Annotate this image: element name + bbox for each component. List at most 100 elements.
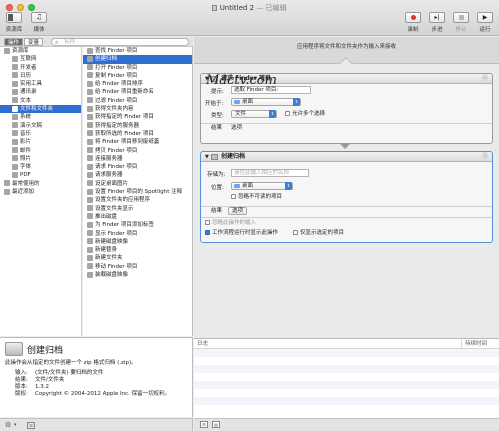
close-icon[interactable]: ⓧ xyxy=(482,74,488,84)
action-item[interactable]: 请求服务器 xyxy=(83,171,192,179)
close-icon[interactable]: ⓧ xyxy=(482,152,488,162)
library-item[interactable]: 最近添加 xyxy=(0,188,81,196)
description-toggle-icon[interactable]: ☰ xyxy=(27,422,35,429)
disclosure-triangle-icon[interactable]: ▼ xyxy=(205,152,209,162)
library-item[interactable]: 系统 xyxy=(0,113,81,121)
show-selected-checkbox[interactable]: 仅显示选定的项目 xyxy=(293,230,344,237)
action-item[interactable]: 推出磁盘 xyxy=(83,213,192,221)
search-icon: ⌕ xyxy=(55,39,59,46)
start-at-popup[interactable]: 桌面 ⇕ xyxy=(231,98,301,106)
ignore-unreadable-checkbox[interactable]: 忽略不可读的项目 xyxy=(231,194,282,201)
action-item[interactable]: 获取所选的 Finder 项目 xyxy=(83,130,192,138)
library-item[interactable]: 演示文稿 xyxy=(0,122,81,130)
internet-icon xyxy=(12,55,18,62)
save-as-field[interactable]: 请在此输入相应的名称 xyxy=(231,169,309,177)
start-at-value: 桌面 xyxy=(242,99,254,105)
results-tab[interactable]: 结果 xyxy=(211,124,222,133)
type-popup[interactable]: 文件 ⇕ xyxy=(231,110,277,118)
action-item[interactable]: 设定桌面图片 xyxy=(83,180,192,188)
library-item[interactable]: 照片 xyxy=(0,155,81,163)
action-item[interactable]: 给 Finder 项目排序 xyxy=(83,80,192,88)
finder-action-icon xyxy=(87,263,93,270)
media-button[interactable]: ♫ 媒体 xyxy=(28,12,50,33)
action-item-label: 为 Finder 项目添加标签 xyxy=(95,222,154,229)
options-tab[interactable]: 选项 xyxy=(231,124,242,133)
log-column-header[interactable]: 日志 xyxy=(197,341,208,347)
action-item[interactable]: 显示 Finder 项目 xyxy=(83,230,192,238)
library-item[interactable]: 字体 xyxy=(0,163,81,171)
library-item[interactable]: 实用工具 xyxy=(0,80,81,88)
library-item[interactable]: PDF xyxy=(0,171,81,179)
action-item[interactable]: 为 Finder 项目添加标签 xyxy=(83,221,192,229)
library-item[interactable]: 通讯录 xyxy=(0,88,81,96)
action-item[interactable]: 新建替身 xyxy=(83,246,192,254)
action-item-label: 推出磁盘 xyxy=(95,213,118,220)
variables-toggle-icon[interactable]: ▤ xyxy=(212,421,220,428)
action-item-label: 获得指定的 Finder 项目 xyxy=(95,114,154,121)
action-item[interactable]: 请求 Finder 项目 xyxy=(83,163,192,171)
action-item[interactable]: 获得指定的服务器 xyxy=(83,122,192,130)
library-item[interactable]: 邮件 xyxy=(0,147,81,155)
library-item[interactable]: 影片 xyxy=(0,138,81,146)
action-item[interactable]: 获得指定的 Finder 项目 xyxy=(83,113,192,121)
library-button[interactable]: 资源库 xyxy=(3,12,25,33)
gear-icon[interactable]: ⚙ xyxy=(5,421,11,429)
stop-button[interactable]: 停止 xyxy=(450,12,472,33)
action-item[interactable]: 查找 Finder 项目 xyxy=(83,47,192,55)
library-item[interactable]: 最常使用的 xyxy=(0,180,81,188)
detail-value: 1.3.2 xyxy=(35,384,49,390)
action-item[interactable]: 设置文件夹显示 xyxy=(83,205,192,213)
library-item[interactable]: 日历 xyxy=(0,72,81,80)
step-button[interactable]: ▸| 步进 xyxy=(426,12,448,33)
library-item[interactable]: 文件和文件夹 xyxy=(0,105,81,114)
action-item[interactable]: 将 Finder 项目移到废纸篓 xyxy=(83,138,192,146)
action-item[interactable]: 拷贝 Finder 项目 xyxy=(83,147,192,155)
action-item[interactable]: 过滤 Finder 项目 xyxy=(83,97,192,105)
show-when-run-checkbox[interactable]: 工作流程运行时显示此操作 xyxy=(205,230,278,237)
library-item[interactable]: 资源库 xyxy=(0,47,81,55)
checkbox-box xyxy=(285,111,290,116)
ignore-input-checkbox[interactable]: 忽略此操作的输入 xyxy=(205,220,256,227)
tab-actions[interactable]: 操作 xyxy=(4,38,24,46)
tab-variables[interactable]: 变量 xyxy=(24,38,44,46)
library-item[interactable]: 互联网 xyxy=(0,55,81,63)
stop-icon xyxy=(453,12,469,23)
finder-action-icon xyxy=(87,238,93,245)
library-item[interactable]: 开发者 xyxy=(0,64,81,72)
action-item[interactable]: 新建磁盘映像 xyxy=(83,238,192,246)
library-item-label: 影片 xyxy=(20,139,32,146)
library-item[interactable]: 音乐 xyxy=(0,130,81,138)
options-tab[interactable]: 选项 xyxy=(228,207,248,215)
finder-action-icon xyxy=(87,105,93,112)
finder-action-icon xyxy=(87,80,93,87)
media-icon: ♫ xyxy=(31,12,47,23)
run-button[interactable]: ▶ 运行 xyxy=(474,12,496,33)
action-item[interactable]: 打开 Finder 项目 xyxy=(83,64,192,72)
results-tab[interactable]: 结果 xyxy=(211,208,222,215)
action-item[interactable]: 设置 Finder 项目的 Spotlight 注释 xyxy=(83,188,192,196)
action-header[interactable]: ▼ 创建归档 ⓧ xyxy=(201,152,492,162)
log-toggle-icon[interactable]: ☰ xyxy=(200,421,208,428)
action-item[interactable]: 新建文件夹 xyxy=(83,254,192,262)
where-popup[interactable]: 桌面 ⇕ xyxy=(231,182,293,190)
action-item-label: 设置文件夹显示 xyxy=(95,205,134,212)
library-item[interactable]: 文本 xyxy=(0,97,81,105)
duration-column-header[interactable]: 持续时间 xyxy=(460,339,487,349)
finder-action-icon xyxy=(87,213,93,220)
action-item[interactable]: 设置文件夹的应用程序 xyxy=(83,196,192,204)
library-item-label: 邮件 xyxy=(20,147,32,154)
action-item[interactable]: 创建归档 xyxy=(83,55,192,64)
action-item[interactable]: 给 Finder 项目重新命名 xyxy=(83,88,192,96)
action-item[interactable]: 装载磁盘映像 xyxy=(83,271,192,279)
allow-multiple-checkbox[interactable]: 允许多个选择 xyxy=(285,111,325,118)
record-button[interactable]: 录制 xyxy=(402,12,424,33)
action-item[interactable]: 复制 Finder 项目 xyxy=(83,72,192,80)
chevron-down-icon[interactable]: ▾ xyxy=(14,422,17,428)
finder-action-icon xyxy=(87,271,93,278)
action-item[interactable]: 移动 Finder 项目 xyxy=(83,263,192,271)
watermark-text: Mactv.com xyxy=(206,73,277,88)
search-input[interactable]: ⌕ 名称 xyxy=(51,38,189,46)
action-item[interactable]: 连接服务器 xyxy=(83,155,192,163)
action-create-archive[interactable]: ▼ 创建归档 ⓧ 存储为: 请在此输入相应的名称 位置: 桌面 ⇕ 忽略不可读的… xyxy=(200,151,493,243)
action-item[interactable]: 获得文件夹内容 xyxy=(83,105,192,113)
